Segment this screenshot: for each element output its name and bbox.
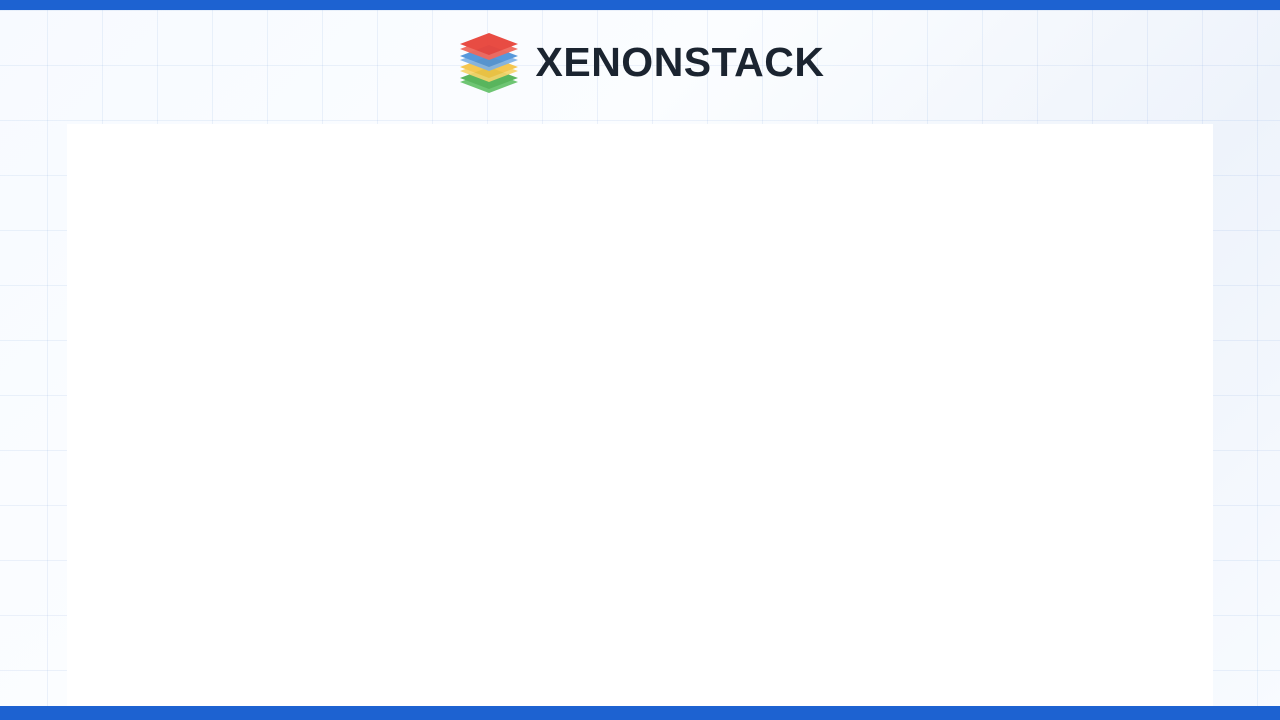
brand-name: XENONSTACK: [535, 38, 825, 85]
stacked-layers-logo-icon: [456, 31, 522, 93]
brand-header: XENONSTACK: [0, 26, 1280, 98]
top-accent-bar: [0, 0, 1280, 10]
diagram-card: [67, 124, 1213, 706]
page-background: XENONSTACK Image Input: [0, 0, 1280, 720]
bottom-accent-bar: [0, 706, 1280, 720]
